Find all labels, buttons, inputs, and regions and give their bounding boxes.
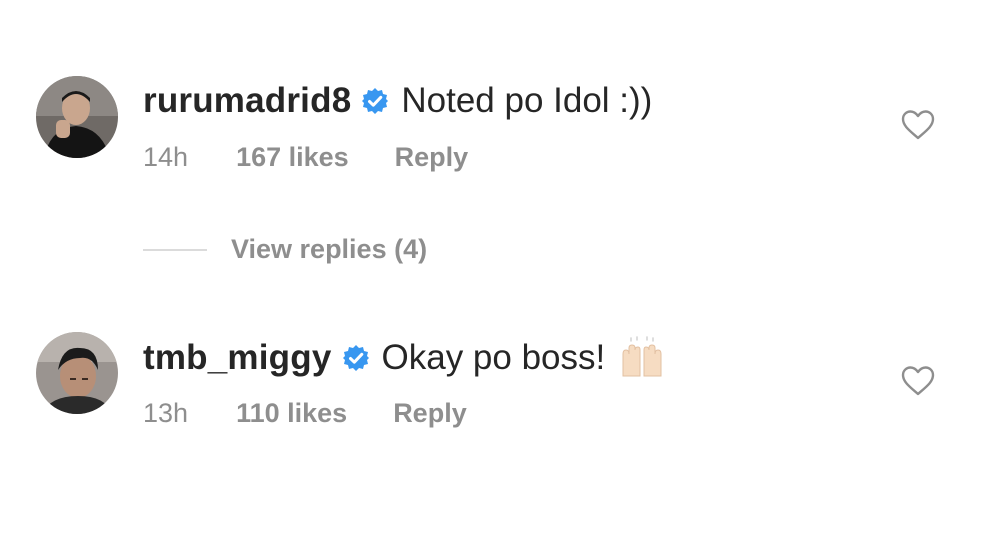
verified-badge-icon <box>342 344 370 372</box>
heart-icon[interactable] <box>901 110 935 140</box>
divider-line <box>143 248 207 251</box>
comment-item: tmb_miggy Okay po boss! 13h 110 likes Re… <box>0 328 1001 458</box>
username[interactable]: tmb_miggy <box>143 337 332 379</box>
likes-count[interactable]: 167 likes <box>236 142 349 173</box>
comment-meta: 13h 110 likes Reply <box>143 398 467 429</box>
reply-button[interactable]: Reply <box>393 398 467 429</box>
comment-time[interactable]: 14h <box>143 142 188 173</box>
username[interactable]: rurumadrid8 <box>143 80 351 122</box>
heart-icon[interactable] <box>901 366 935 396</box>
comment-text: Okay po boss! <box>381 338 606 377</box>
comment-line: rurumadrid8 Noted po Idol :)) <box>143 80 652 122</box>
comment-text: Noted po Idol :)) <box>401 81 653 120</box>
raising-hands-icon <box>617 336 667 380</box>
view-replies-button[interactable]: View replies (4) <box>143 234 427 265</box>
comments-section: rurumadrid8 Noted po Idol :)) 14h 167 li… <box>0 0 1001 560</box>
comment-time[interactable]: 13h <box>143 398 188 429</box>
comment-item: rurumadrid8 Noted po Idol :)) 14h 167 li… <box>0 72 1001 202</box>
comment-line: tmb_miggy Okay po boss! <box>143 336 667 380</box>
view-replies-label: View replies (4) <box>231 234 428 264</box>
reply-button[interactable]: Reply <box>395 142 469 173</box>
comment-meta: 14h 167 likes Reply <box>143 142 468 173</box>
verified-badge-icon <box>361 87 389 115</box>
likes-count[interactable]: 110 likes <box>236 398 347 429</box>
avatar[interactable] <box>36 76 118 158</box>
avatar[interactable] <box>36 332 118 414</box>
